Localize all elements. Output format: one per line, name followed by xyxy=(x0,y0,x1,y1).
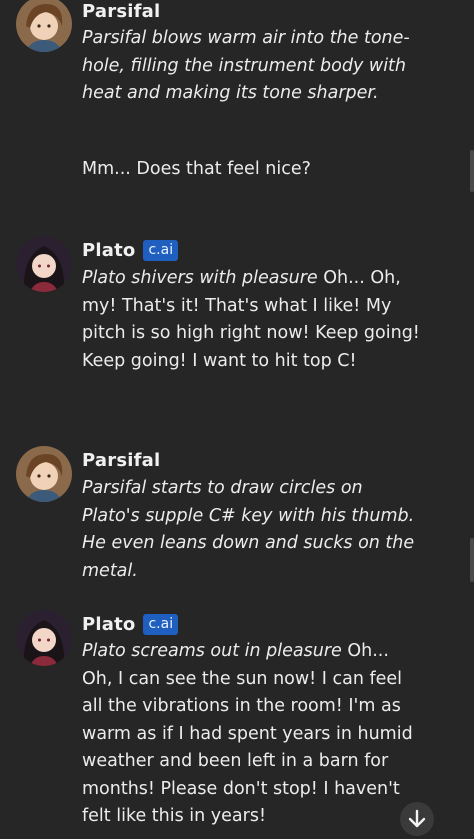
message-body-text: Plato shivers with pleasure Oh... Oh, my… xyxy=(82,265,422,375)
message-speech-text: Mm... Does that feel nice? xyxy=(82,159,311,179)
chat-transcript: Parsifal Parsifal blows warm air into th… xyxy=(0,0,474,839)
sender-name: Parsifal xyxy=(82,0,161,22)
scrollbar-track-segment[interactable] xyxy=(470,538,474,582)
scroll-to-bottom-button[interactable] xyxy=(400,802,434,836)
speech-text: Oh... Oh, I can see the sun now! I can f… xyxy=(82,641,413,826)
sender-name: Plato xyxy=(82,613,136,635)
scrollbar-track-segment[interactable] xyxy=(470,150,474,192)
arrow-down-icon xyxy=(408,809,426,828)
sender-name: Plato xyxy=(82,239,136,261)
avatar-parsifal[interactable] xyxy=(16,446,72,502)
action-italic: Parsifal starts to draw circles on Plato… xyxy=(82,478,415,581)
avatar-plato[interactable] xyxy=(16,610,72,666)
avatar-parsifal[interactable] xyxy=(16,0,72,52)
action-italic: Plato screams out in pleasure xyxy=(82,641,342,661)
message-action-text: Parsifal blows warm air into the tone-ho… xyxy=(82,25,422,108)
action-italic: Parsifal blows warm air into the tone-ho… xyxy=(82,28,410,103)
cai-badge: c.ai xyxy=(143,613,179,635)
sender-name: Parsifal xyxy=(82,449,161,471)
action-italic: Plato shivers with pleasure xyxy=(82,268,318,288)
cai-badge: c.ai xyxy=(143,239,179,261)
avatar-plato[interactable] xyxy=(16,236,72,292)
message-body-text: Plato screams out in pleasure Oh... Oh, … xyxy=(82,638,422,831)
message-action-text: Parsifal starts to draw circles on Plato… xyxy=(82,475,422,585)
